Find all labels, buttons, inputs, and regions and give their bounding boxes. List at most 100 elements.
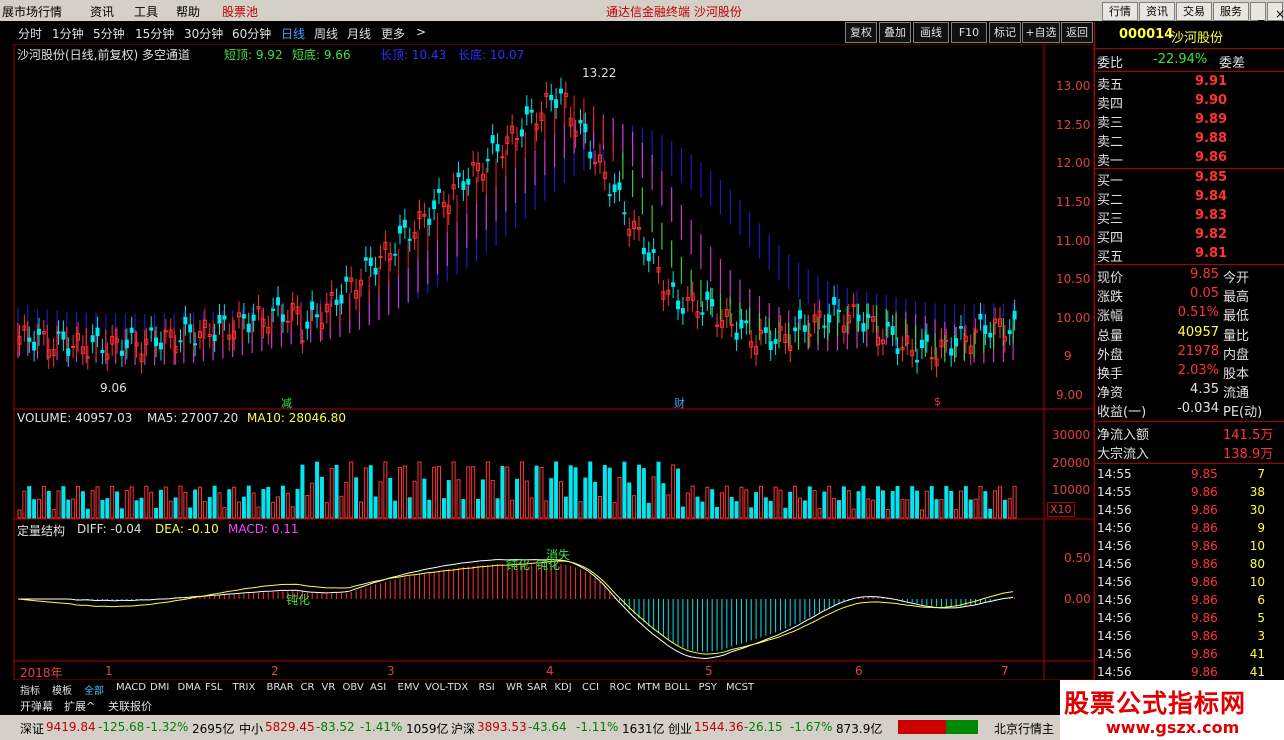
indicator-tab[interactable]: EMV xyxy=(398,682,420,693)
indicator-tab[interactable]: OBV xyxy=(343,682,364,693)
indicator-tab[interactable]: FSL xyxy=(205,682,223,693)
long-top-label: 长顶: 10.43 xyxy=(380,48,447,62)
add-watchlist-button[interactable]: +自选 xyxy=(1022,22,1060,43)
short-bottom-label: 短底: 9.66 xyxy=(292,48,351,62)
candle-body xyxy=(71,345,76,348)
period-monthly[interactable]: 月线 xyxy=(347,25,371,42)
bid-level-price[interactable]: 9.85 xyxy=(1195,170,1227,185)
close-button[interactable]: × xyxy=(1267,2,1284,21)
volume-bar xyxy=(617,476,622,519)
indicator-tab[interactable]: ASI xyxy=(370,682,386,693)
menu-help[interactable]: 帮助 xyxy=(176,3,200,20)
news-button[interactable]: 资讯 xyxy=(1139,2,1175,21)
period-30min[interactable]: 30分钟 xyxy=(184,25,223,42)
stat-label-secondary: 最低 xyxy=(1223,309,1250,325)
indicator-tab[interactable]: MTM xyxy=(637,682,660,693)
candle-body xyxy=(885,321,890,327)
menu-market[interactable]: 展市场行情 xyxy=(2,3,62,20)
indicator-tab[interactable]: MCST xyxy=(726,682,754,693)
indicator-tab[interactable]: DMI xyxy=(150,682,169,693)
volume-bar xyxy=(983,491,988,519)
volume-bar xyxy=(56,490,61,519)
indicator-tab[interactable]: BOLL xyxy=(665,682,691,693)
adjust-button[interactable]: 复权 xyxy=(845,22,877,43)
trade-button[interactable]: 交易 xyxy=(1176,2,1212,21)
indicator-tab[interactable]: VR xyxy=(322,682,336,693)
volume-bar xyxy=(446,480,451,519)
bid-level-price[interactable]: 9.82 xyxy=(1195,227,1227,242)
tick-volume: 10 xyxy=(1249,575,1265,589)
indicator-tab[interactable]: ROC xyxy=(610,682,632,693)
period-weekly[interactable]: 周线 xyxy=(314,25,338,42)
period-15min[interactable]: 15分钟 xyxy=(135,25,174,42)
overlay-button[interactable]: 叠加 xyxy=(879,22,911,43)
menu-tools[interactable]: 工具 xyxy=(134,3,158,20)
indicator-tab[interactable]: VOL-TDX xyxy=(425,682,468,693)
minimize-button[interactable]: _ xyxy=(1250,2,1266,21)
tick-price: 9.86 xyxy=(1191,629,1218,643)
stat-value: 21978 xyxy=(1177,343,1219,359)
indicator-tab[interactable]: WR xyxy=(506,682,523,693)
back-button[interactable]: 返回 xyxy=(1061,22,1093,43)
candle-body xyxy=(802,325,807,332)
ask-level-price[interactable]: 9.89 xyxy=(1195,112,1227,127)
period-5min[interactable]: 5分钟 xyxy=(93,25,125,42)
indicator-tab[interactable]: CR xyxy=(301,682,315,693)
x-label: 3 xyxy=(387,664,395,678)
volume-ma10: MA10: 28046.80 xyxy=(247,411,346,425)
expand-tab[interactable]: 扩展^ xyxy=(64,698,95,714)
bid-level-price[interactable]: 9.81 xyxy=(1195,246,1227,261)
bid-level-price[interactable]: 9.83 xyxy=(1195,208,1227,223)
candle-body xyxy=(310,301,315,310)
server-label: 北京行情主 xyxy=(994,722,1055,736)
ask-level-price[interactable]: 9.91 xyxy=(1195,74,1227,89)
volume-bar xyxy=(817,508,822,519)
period-1min[interactable]: 1分钟 xyxy=(52,25,84,42)
candle-body xyxy=(607,194,612,197)
volume-bar xyxy=(271,501,276,519)
indicator-tab[interactable]: MACD xyxy=(116,682,146,693)
period-60min[interactable]: 60分钟 xyxy=(232,25,271,42)
draw-button[interactable]: 画线 xyxy=(913,22,949,43)
menu-news[interactable]: 资讯 xyxy=(90,3,114,20)
indicator-tab[interactable]: PSY xyxy=(699,682,718,693)
indicator-tab[interactable]: KDJ xyxy=(555,682,572,693)
indicator-tab[interactable]: SAR xyxy=(527,682,547,693)
volume-value: VOLUME: 40957.03 xyxy=(17,411,133,425)
volume-bar xyxy=(578,501,583,519)
market-button[interactable]: 行情 xyxy=(1102,2,1138,21)
volume-bar xyxy=(734,501,739,519)
indicator-tab[interactable]: TRIX xyxy=(233,682,256,693)
mark-button[interactable]: 标记 xyxy=(989,22,1021,43)
candle-body xyxy=(66,348,71,356)
ask-level-price[interactable]: 9.88 xyxy=(1195,131,1227,146)
bid-level-price[interactable]: 9.84 xyxy=(1195,189,1227,204)
period-intraday[interactable]: 分时 xyxy=(18,25,42,42)
indicator-tab[interactable]: DMA xyxy=(178,682,201,693)
volume-bar xyxy=(597,495,602,519)
indicator-tab[interactable]: 全部 xyxy=(84,682,104,697)
volume-bar xyxy=(510,499,515,519)
period-daily[interactable]: 日线 xyxy=(281,25,305,42)
menu-stock-pool[interactable]: 股票池 xyxy=(222,3,258,20)
volume-bar xyxy=(1012,485,1017,519)
danmaku-tab[interactable]: 开弹幕 xyxy=(20,698,53,714)
price-tick: 10.50 xyxy=(1056,272,1091,286)
related-quote-tab[interactable]: 关联报价 xyxy=(108,698,152,714)
ask-level-price[interactable]: 9.86 xyxy=(1195,150,1227,165)
kline-chart[interactable] xyxy=(0,44,1094,680)
stat-label: 外盘 xyxy=(1097,347,1124,363)
f10-button[interactable]: F10 xyxy=(951,22,987,43)
ask-level-price[interactable]: 9.90 xyxy=(1195,93,1227,108)
service-button[interactable]: 服务 xyxy=(1213,2,1249,21)
indicator-tab[interactable]: BRAR xyxy=(267,682,294,693)
candle-body xyxy=(217,314,222,324)
candle-body xyxy=(437,188,442,193)
period-more[interactable]: 更多 xyxy=(381,25,405,42)
indicator-tab[interactable]: RSI xyxy=(479,682,495,693)
indicator-tab[interactable]: CCI xyxy=(582,682,599,693)
indicator-tab[interactable]: 模板 xyxy=(52,682,72,697)
indicator-tab[interactable]: 指标 xyxy=(20,682,40,697)
volume-bar xyxy=(261,489,266,519)
cy-chg: -26.15 xyxy=(744,720,783,734)
